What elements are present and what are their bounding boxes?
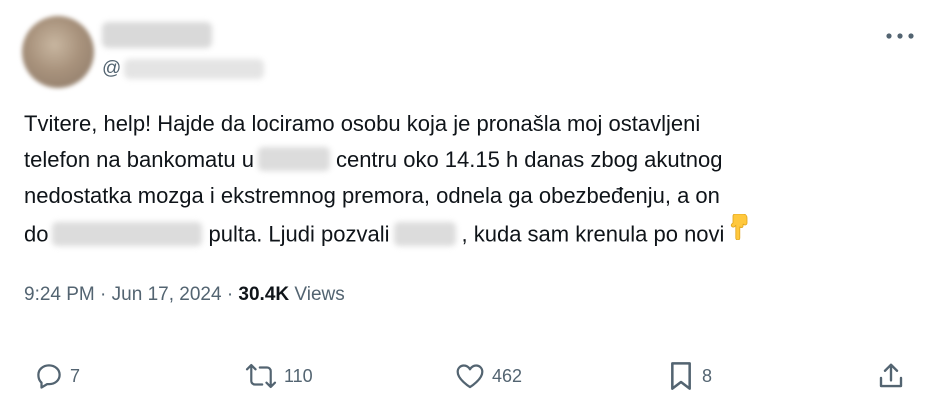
meta-separator: ·	[100, 284, 107, 305]
tweet-time[interactable]: 9:24 PM	[24, 284, 95, 305]
share-button[interactable]	[876, 356, 906, 396]
tweet-line-1: Tvitere, help! Hajde da lociramo osobu k…	[24, 106, 904, 142]
tweet-date[interactable]: Jun 17, 2024	[112, 284, 222, 305]
action-bar: 7 110 462 8	[0, 356, 940, 396]
tweet: @ Tvitere, help! Hajde da lociramo osobu…	[0, 0, 940, 412]
tweet-text-segment: do	[24, 221, 49, 247]
bookmark-button[interactable]: 8	[666, 356, 712, 396]
avatar[interactable]	[22, 16, 94, 88]
tweet-text-segment: centru oko 14.15 h danas zbog akutnog	[335, 147, 723, 172]
handle-prefix: @	[102, 58, 122, 79]
more-horizontal-icon	[886, 33, 914, 39]
redacted-text	[393, 221, 456, 246]
bookmark-icon	[671, 362, 691, 390]
tweet-meta: 9:24 PM · Jun 17, 2024 · 30.4K Views	[24, 284, 345, 306]
redacted-text	[257, 147, 330, 172]
handle-redacted	[124, 59, 265, 79]
share-icon	[879, 363, 903, 388]
tweet-line-2: telefon na bankomatu u centru oko 14.15 h…	[24, 142, 904, 178]
meta-separator: ·	[226, 284, 234, 305]
pointing-down-emoji	[728, 213, 750, 251]
backhand-index-pointing-down-icon	[731, 213, 748, 241]
tweet-text-segment: telefon na bankomatu u	[24, 147, 254, 172]
tweet-text-segment: , kuda sam krenula po novi	[461, 221, 725, 247]
bookmark-count: 8	[702, 365, 713, 386]
tweet-text: Tvitere, help! Hajde da lociramo osobu k…	[24, 106, 904, 250]
repost-count: 110	[284, 365, 313, 386]
tweet-line-4: do pulta. Ljudi pozvali , kuda sam krenula…	[24, 213, 904, 251]
tweet-text-segment: Tvitere, help! Hajde da lociramo osobu k…	[24, 111, 701, 136]
redacted-text	[52, 221, 203, 246]
user-handle[interactable]: @	[102, 58, 265, 80]
tweet-line-3: nedostatka mozga i ekstremnog premora, o…	[24, 178, 904, 214]
tweet-text-segment: nedostatka mozga i ekstremnog premora, o…	[24, 183, 720, 208]
heart-icon	[456, 364, 484, 389]
tweet-text-segment: pulta. Ljudi pozvali	[208, 221, 390, 247]
more-options-button[interactable]	[882, 24, 918, 48]
reply-icon	[37, 364, 61, 389]
repost-icon	[245, 363, 277, 389]
repost-button[interactable]: 110	[244, 356, 313, 396]
views-count: 30.4K	[238, 284, 290, 305]
like-count: 462	[492, 365, 523, 386]
display-name-redacted[interactable]	[102, 22, 212, 48]
reply-button[interactable]: 7	[34, 356, 80, 396]
reply-count: 7	[70, 365, 81, 386]
like-button[interactable]: 462	[454, 356, 522, 396]
views-label: Views	[294, 284, 345, 305]
